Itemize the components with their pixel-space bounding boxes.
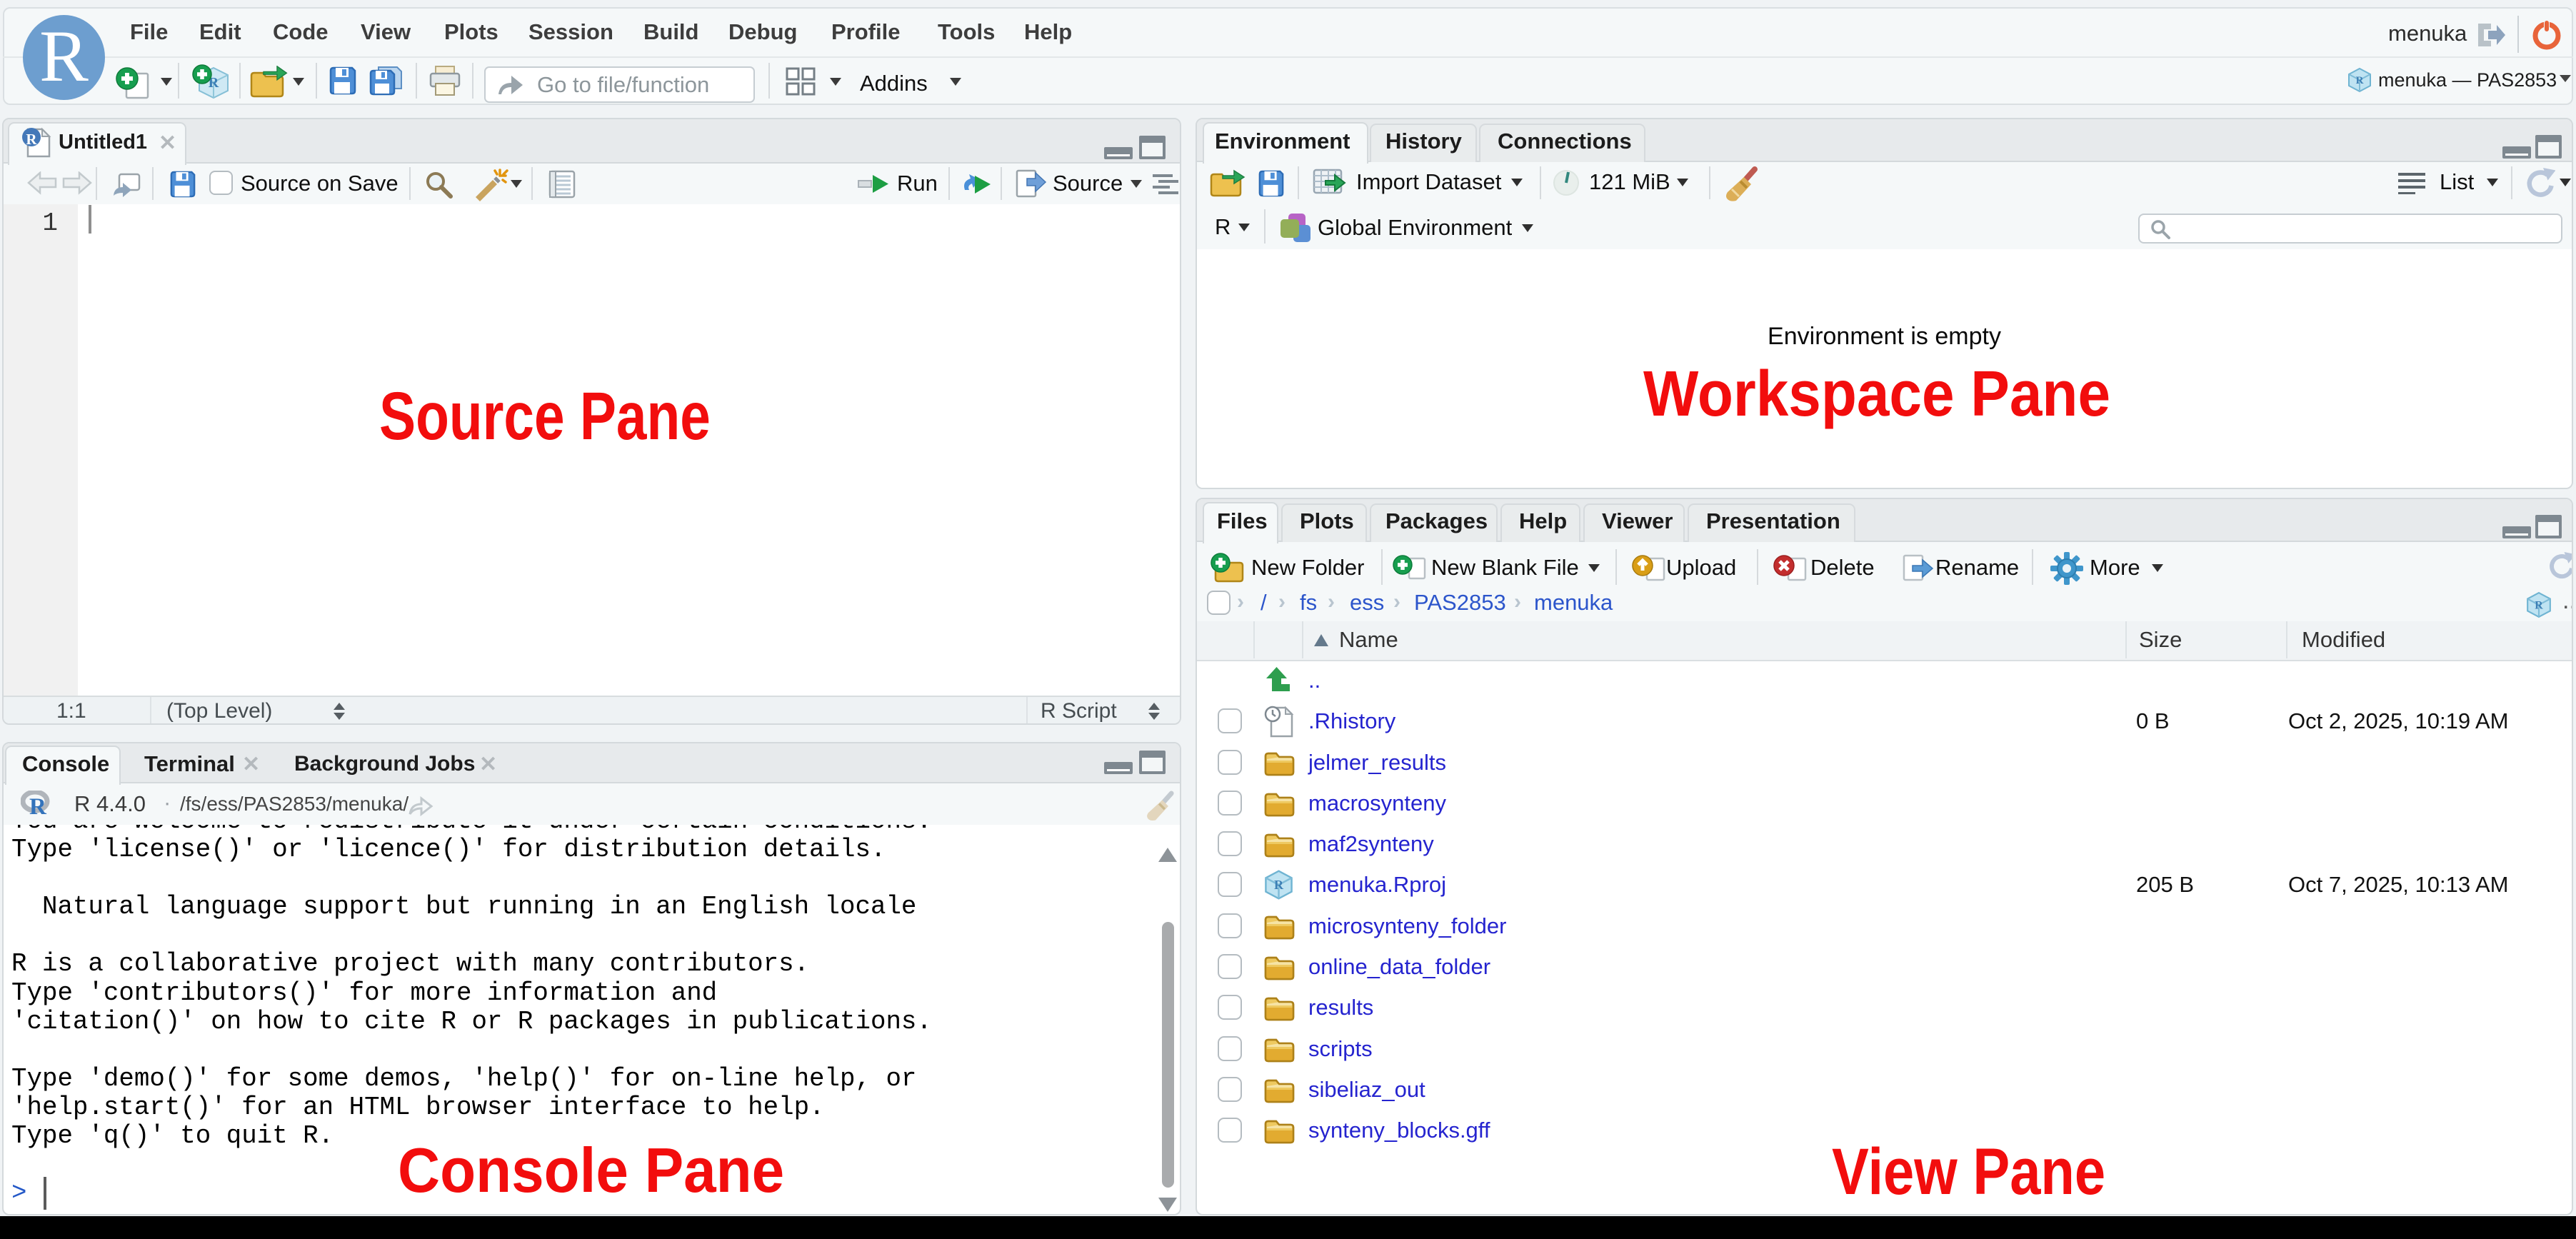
svg-text:R: R bbox=[2356, 75, 2364, 86]
svg-text:R: R bbox=[29, 794, 47, 816]
svg-text:R: R bbox=[1274, 878, 1284, 892]
svg-text:R: R bbox=[26, 131, 37, 148]
svg-text:R: R bbox=[2535, 599, 2543, 611]
